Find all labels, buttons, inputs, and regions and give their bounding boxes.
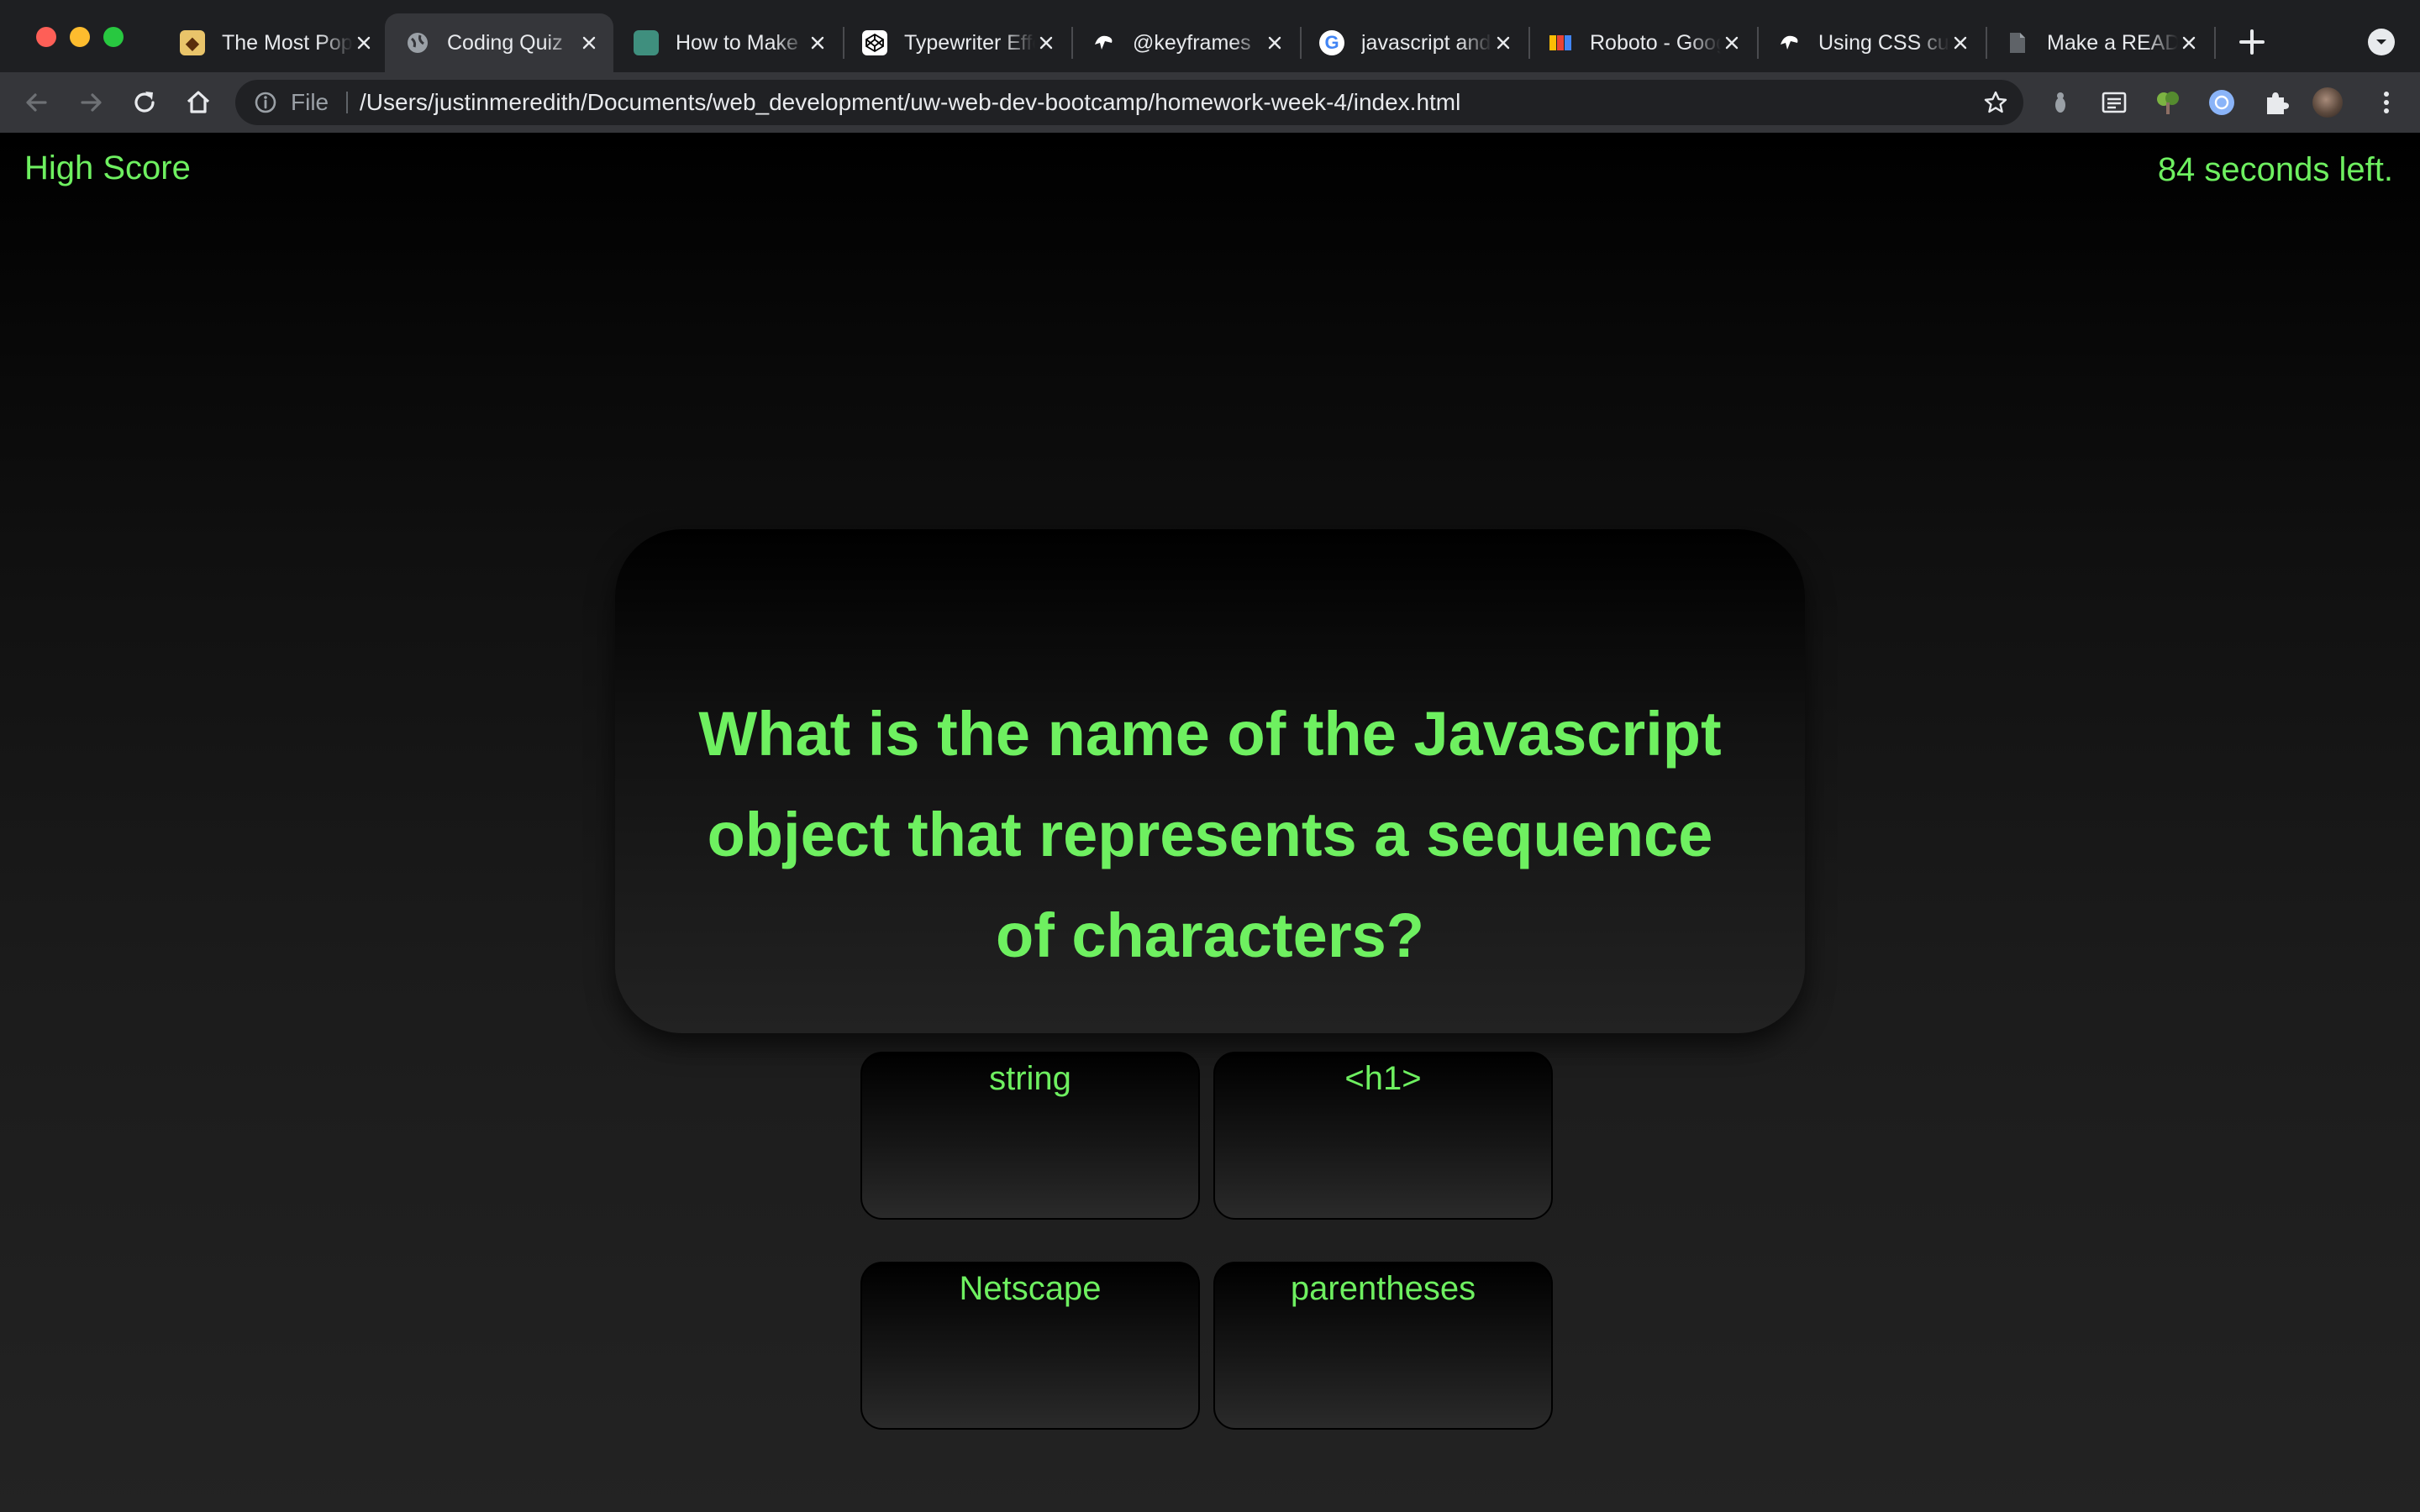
puzzle-extensions-icon[interactable] — [2260, 87, 2291, 118]
tab-close-icon[interactable] — [1035, 32, 1057, 54]
tree-extension-icon[interactable] — [2153, 87, 2183, 118]
tab-title: Typewriter Effect — [904, 30, 1035, 55]
tab-close-icon[interactable] — [1949, 32, 1971, 54]
bookmark-star-icon[interactable] — [1983, 90, 2008, 115]
image-favicon-icon — [634, 30, 659, 55]
google-favicon-icon: G — [1319, 30, 1344, 55]
forward-arrow-icon[interactable] — [76, 87, 106, 118]
answer-button-1[interactable]: string — [860, 1052, 1200, 1220]
window-minimize-button[interactable] — [70, 27, 90, 47]
tab-title: Make a README — [2047, 30, 2178, 55]
extension-bug-icon[interactable] — [2045, 87, 2075, 118]
document-favicon-icon — [2005, 30, 2030, 55]
tab-title: Using CSS custom — [1818, 30, 1949, 55]
browser-tab-roboto[interactable]: Roboto - Google Fonts — [1528, 13, 1756, 72]
tab-close-icon[interactable] — [1721, 32, 1743, 54]
wizard-favicon-icon: ◆ — [180, 30, 205, 55]
new-tab-plus-icon[interactable] — [2235, 25, 2269, 59]
tab-separator — [2214, 27, 2216, 59]
tab-title: @keyframes — [1133, 30, 1251, 55]
address-url[interactable]: /Users/justinmeredith/Documents/web_deve… — [360, 80, 1460, 125]
site-info-icon[interactable] — [254, 91, 277, 114]
tab-close-icon[interactable] — [353, 32, 375, 54]
browser-tab-strip: ◆ The Most Popular Coding Quiz How to Ma… — [0, 0, 2420, 72]
tab-title: Coding Quiz — [447, 30, 563, 55]
tab-close-icon[interactable] — [1492, 32, 1514, 54]
tab-title: The Most Popular — [222, 30, 353, 55]
high-score-link[interactable]: High Score — [24, 150, 191, 187]
browser-tab-how-to-make[interactable]: How to Make — [613, 13, 842, 72]
address-scheme-label: File — [291, 89, 329, 115]
tab-close-icon[interactable] — [807, 32, 829, 54]
tab-search-chevron-icon[interactable] — [2368, 29, 2395, 55]
translate-extension-icon[interactable] — [2207, 87, 2237, 118]
reload-icon[interactable] — [129, 87, 160, 118]
globe-favicon-icon — [405, 30, 430, 55]
tab-close-icon[interactable] — [578, 32, 600, 54]
window-close-button[interactable] — [36, 27, 56, 47]
quiz-page: High Score 84 seconds left. What is the … — [0, 133, 2420, 1512]
address-divider — [346, 92, 348, 113]
question-card: What is the name of the Javascript objec… — [615, 529, 1805, 1033]
browser-tab-keyframes[interactable]: @keyframes — [1071, 13, 1299, 72]
answer-button-4[interactable]: parentheses — [1213, 1262, 1553, 1430]
countdown-timer: 84 seconds left. — [2157, 151, 2393, 188]
window-zoom-button[interactable] — [103, 27, 124, 47]
mdn-favicon-icon — [1091, 30, 1116, 55]
question-text: What is the name of the Javascript objec… — [698, 699, 1722, 970]
home-icon[interactable] — [183, 87, 213, 118]
answer-button-2[interactable]: <h1> — [1213, 1052, 1553, 1220]
tab-close-icon[interactable] — [1264, 32, 1286, 54]
browser-tab-coding-quiz[interactable]: Coding Quiz — [385, 13, 613, 72]
answer-button-3[interactable]: Netscape — [860, 1262, 1200, 1430]
kebab-menu-icon[interactable] — [2371, 87, 2402, 118]
browser-tab-javascript[interactable]: G javascript and — [1299, 13, 1528, 72]
browser-tab-using-css[interactable]: Using CSS custom — [1756, 13, 1985, 72]
tab-title: Roboto - Google Fonts — [1590, 30, 1721, 55]
back-arrow-icon[interactable] — [22, 87, 52, 118]
browser-tab-make-a-readme[interactable]: Make a README — [1985, 13, 2213, 72]
codepen-favicon-icon — [862, 30, 887, 55]
browser-tab-the-most-popular[interactable]: ◆ The Most Popular — [160, 13, 388, 72]
google-fonts-favicon-icon — [1548, 30, 1573, 55]
reading-list-icon[interactable] — [2099, 87, 2129, 118]
profile-avatar[interactable] — [2312, 87, 2343, 118]
browser-toolbar: File /Users/justinmeredith/Documents/web… — [0, 72, 2420, 133]
mdn-favicon-icon — [1776, 30, 1802, 55]
tab-close-icon[interactable] — [2178, 32, 2200, 54]
address-bar[interactable]: File /Users/justinmeredith/Documents/web… — [235, 80, 2023, 125]
tab-title: How to Make — [676, 30, 798, 55]
tab-title: javascript and — [1361, 30, 1491, 55]
browser-tab-typewriter-effect[interactable]: Typewriter Effect — [842, 13, 1071, 72]
